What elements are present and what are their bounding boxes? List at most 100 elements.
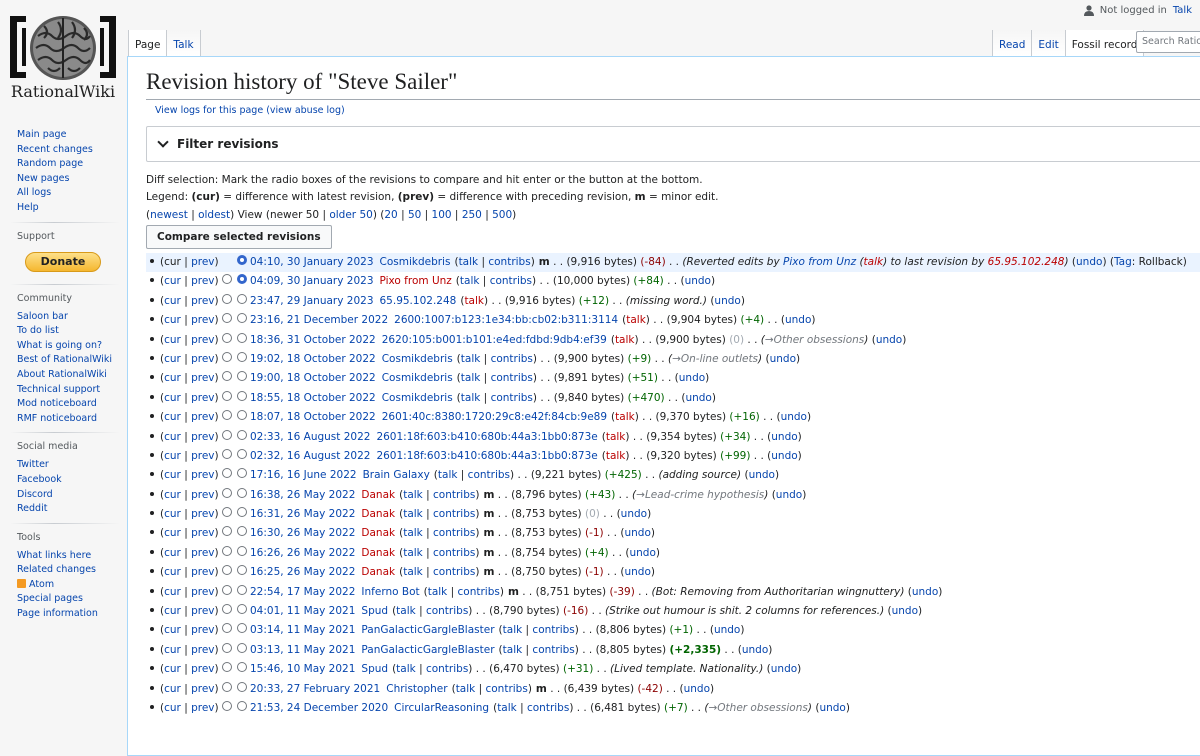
oldid-radio[interactable] (222, 274, 232, 285)
oldid-radio[interactable] (222, 468, 232, 479)
diff-radio[interactable] (237, 681, 247, 692)
undo-link[interactable]: undo (714, 295, 740, 307)
revision-timestamp-link[interactable]: 21:53, 24 December 2020 (250, 702, 388, 714)
contribs-link[interactable]: contribs (426, 663, 468, 675)
talk-link[interactable]: talk (403, 489, 423, 501)
cur-link[interactable]: cur (164, 392, 181, 404)
undo-link[interactable]: undo (742, 644, 768, 656)
undo-link[interactable]: undo (771, 663, 797, 675)
revision-timestamp-link[interactable]: 02:33, 16 August 2022 (250, 431, 370, 443)
sidebar-item-technical-support[interactable]: Technical support (17, 384, 100, 395)
diff-radio[interactable] (237, 487, 247, 498)
undo-link[interactable]: undo (714, 624, 740, 636)
talk-link[interactable]: talk (438, 469, 458, 481)
contribs-link[interactable]: contribs (527, 702, 569, 714)
talk-link[interactable]: talk (461, 372, 481, 384)
diff-radio[interactable] (237, 507, 247, 518)
undo-link[interactable]: undo (629, 547, 655, 559)
diff-radio[interactable] (237, 565, 247, 576)
user-link[interactable]: 2601:18f:603:b410:680b:44a3:1bb0:873e (376, 450, 597, 462)
talk-link[interactable]: talk (464, 295, 484, 307)
tab-fossil-record[interactable]: Fossil record (1065, 30, 1145, 56)
sidebar-item-about-rationalwiki[interactable]: About RationalWiki (17, 369, 107, 380)
revision-timestamp-link[interactable]: 03:14, 11 May 2021 (250, 624, 355, 636)
revision-timestamp-link[interactable]: 04:09, 30 January 2023 (250, 275, 374, 287)
oldid-radio[interactable] (222, 429, 232, 440)
talk-link[interactable]: talk (503, 624, 523, 636)
cur-link[interactable]: cur (164, 586, 181, 598)
page-size-link[interactable]: 50 (408, 209, 421, 221)
prev-link[interactable]: prev (191, 353, 214, 365)
section-link[interactable]: →Lead-crime hypothesis (636, 489, 764, 501)
view-abuse-log-link[interactable]: (view abuse log) (266, 105, 344, 116)
tab-talk[interactable]: Talk (167, 30, 201, 56)
diff-radio[interactable] (237, 468, 247, 479)
talk-link[interactable]: talk (497, 702, 517, 714)
summary-talk-link[interactable]: talk (864, 256, 884, 268)
view-logs-link[interactable]: View logs for this page (155, 105, 263, 116)
user-link[interactable]: Spud (361, 605, 388, 617)
user-link[interactable]: Christopher (386, 683, 447, 695)
user-link[interactable]: PanGalacticGargleBlaster (361, 624, 494, 636)
revision-timestamp-link[interactable]: 18:36, 31 October 2022 (250, 334, 376, 346)
contribs-link[interactable]: contribs (433, 547, 475, 559)
contribs-link[interactable]: contribs (433, 527, 475, 539)
talk-link[interactable]: talk (396, 663, 416, 675)
prev-link[interactable]: prev (191, 469, 214, 481)
newest-link[interactable]: newest (150, 209, 188, 221)
section-link[interactable]: →Other obsessions (708, 702, 807, 714)
prev-link[interactable]: prev (191, 663, 214, 675)
cur-link[interactable]: cur (164, 527, 181, 539)
prev-link[interactable]: prev (191, 624, 214, 636)
sidebar-item-main-page[interactable]: Main page (17, 129, 66, 140)
user-link[interactable]: 2620:105:b001:b101:e4ed:fdbd:9db4:ef39 (382, 334, 607, 346)
contribs-link[interactable]: contribs (532, 624, 574, 636)
talk-link[interactable]: talk (461, 392, 481, 404)
undo-link[interactable]: undo (685, 275, 711, 287)
sidebar-item-discord[interactable]: Discord (17, 489, 53, 500)
undo-link[interactable]: undo (819, 702, 845, 714)
talk-link[interactable]: talk (461, 353, 481, 365)
talk-link[interactable]: talk (626, 314, 646, 326)
cur-link[interactable]: cur (164, 275, 181, 287)
contribs-link[interactable]: contribs (458, 586, 500, 598)
section-link[interactable]: →Other obsessions (765, 334, 864, 346)
sidebar-item-page-information[interactable]: Page information (17, 608, 98, 619)
talk-link[interactable]: talk (606, 431, 626, 443)
sidebar-item-related-changes[interactable]: Related changes (17, 564, 96, 575)
diff-radio[interactable] (237, 526, 247, 537)
diff-radio[interactable] (237, 313, 247, 324)
tag-link[interactable]: Tag (1114, 256, 1132, 268)
diff-radio[interactable] (237, 274, 247, 285)
diff-radio[interactable] (237, 448, 247, 459)
diff-radio[interactable] (237, 584, 247, 595)
undo-link[interactable]: undo (770, 353, 796, 365)
revision-timestamp-link[interactable]: 03:13, 11 May 2021 (250, 644, 355, 656)
oldid-radio[interactable] (222, 642, 232, 653)
search-input[interactable]: Search RationalWiki (1136, 31, 1200, 53)
revision-timestamp-link[interactable]: 16:26, 26 May 2022 (250, 547, 355, 559)
revision-timestamp-link[interactable]: 23:16, 21 December 2022 (250, 314, 388, 326)
undo-link[interactable]: undo (1076, 256, 1102, 268)
undo-link[interactable]: undo (621, 508, 647, 520)
talk-link[interactable]: Talk (1173, 5, 1192, 16)
cur-link[interactable]: cur (164, 314, 181, 326)
undo-link[interactable]: undo (685, 392, 711, 404)
undo-link[interactable]: undo (912, 586, 938, 598)
cur-link[interactable]: cur (164, 450, 181, 462)
oldid-radio[interactable] (222, 623, 232, 634)
prev-link[interactable]: prev (191, 547, 214, 559)
cur-link[interactable]: cur (164, 411, 181, 423)
older-50-link[interactable]: older 50 (329, 209, 372, 221)
contribs-link[interactable]: contribs (485, 683, 527, 695)
sidebar-item-facebook[interactable]: Facebook (17, 474, 62, 485)
diff-radio[interactable] (237, 604, 247, 615)
page-size-link[interactable]: 20 (384, 209, 397, 221)
oldid-radio[interactable] (222, 390, 232, 401)
diff-radio[interactable] (237, 390, 247, 401)
user-link[interactable]: Cosmikdebris (382, 392, 453, 404)
talk-link[interactable]: talk (615, 334, 635, 346)
cur-link[interactable]: cur (164, 566, 181, 578)
summary-revision-link[interactable]: 65.95.102.248 (988, 256, 1065, 268)
contribs-link[interactable]: contribs (426, 605, 468, 617)
